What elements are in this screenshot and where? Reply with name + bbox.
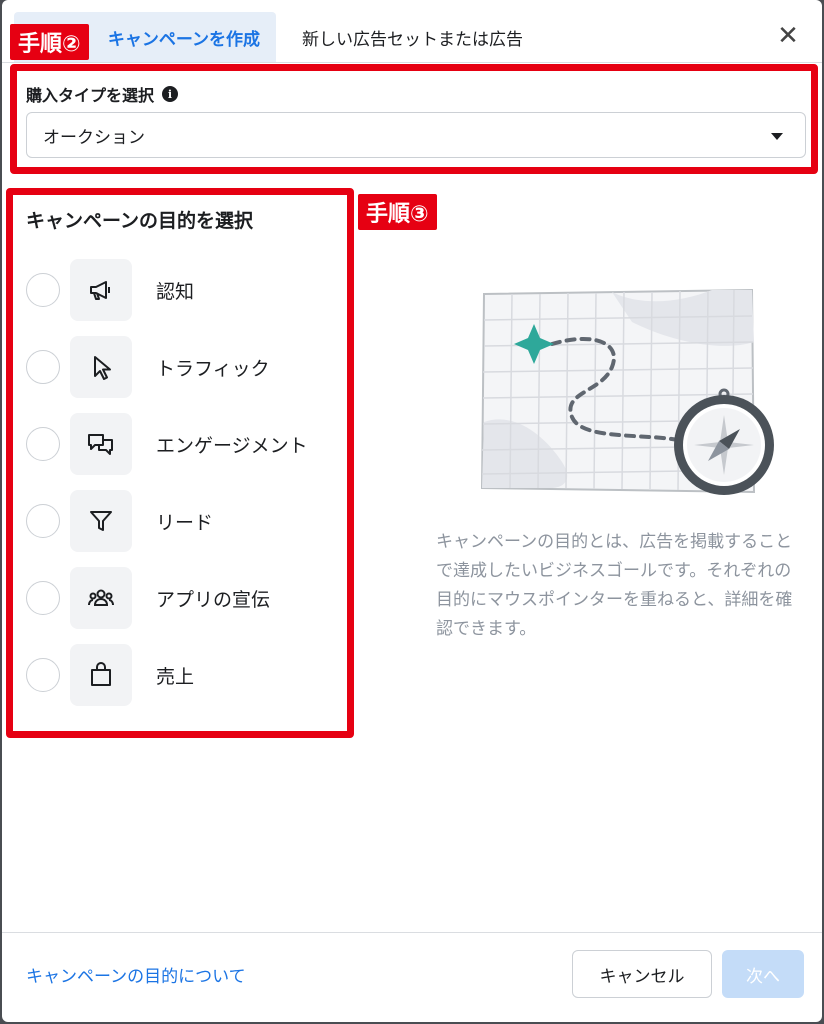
step3-tag: 手順③ [358, 194, 437, 230]
step2-tag: 手順② [10, 24, 89, 60]
footer-divider [2, 932, 822, 933]
header-divider [2, 62, 822, 63]
objective-description: キャンペーンの目的とは、広告を掲載することで達成したいビジネスゴールです。それぞ… [436, 532, 793, 639]
tab-new-adset-or-ad[interactable]: 新しい広告セットまたは広告 [302, 12, 582, 62]
tab-new-adset-or-ad-label: 新しい広告セットまたは広告 [302, 29, 523, 50]
next-button[interactable]: 次へ [722, 950, 804, 998]
cancel-button[interactable]: キャンセル [572, 950, 712, 998]
close-icon[interactable]: ✕ [774, 22, 802, 50]
step2-highlight-box [10, 64, 818, 174]
step3-highlight-box [6, 188, 354, 738]
about-objectives-link[interactable]: キャンペーンの目的について [26, 962, 246, 987]
map-compass-illustration [480, 288, 774, 495]
tab-create-campaign-label: キャンペーンを作成 [107, 29, 260, 50]
